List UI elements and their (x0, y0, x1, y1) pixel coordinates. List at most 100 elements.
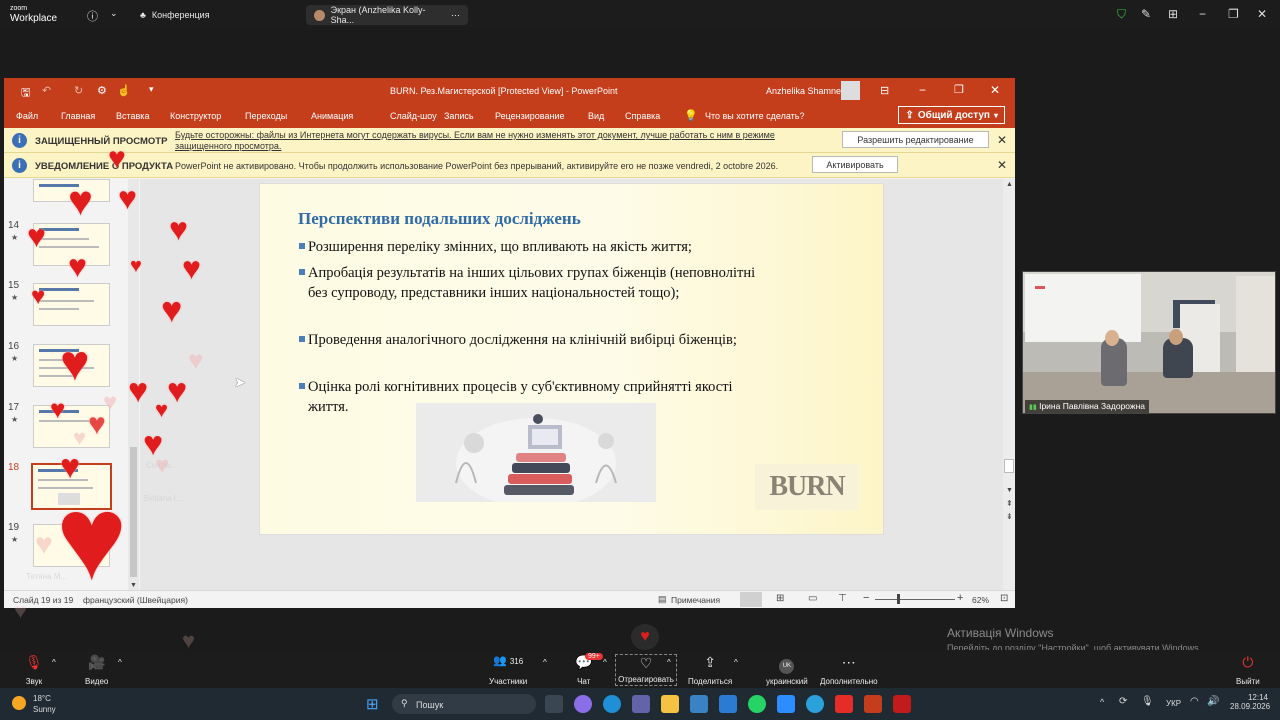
tray-chevron-icon[interactable]: ^ (1100, 697, 1104, 707)
zoom-out-icon[interactable]: − (863, 592, 869, 604)
video-options-chevron-icon[interactable]: ^ (118, 658, 122, 667)
ribbon-display-icon[interactable]: ⊟ (880, 84, 889, 97)
participants-chevron-icon[interactable]: ^ (543, 658, 547, 667)
tab-home[interactable]: Главная (61, 111, 95, 121)
acrobat-icon[interactable] (893, 695, 911, 713)
mic-icon[interactable]: 🎙 (1141, 696, 1154, 707)
slide-sorter-icon[interactable]: ⊞ (776, 593, 784, 604)
close-icon[interactable]: ✕ (997, 158, 1007, 172)
participants-button[interactable]: 👥 316 Участники (489, 654, 527, 686)
heart-reaction-button[interactable]: ♥ (631, 624, 659, 650)
zoom-in-icon[interactable]: + (957, 592, 963, 604)
tab-conference[interactable]: ♣ Конференция (132, 5, 218, 25)
close-icon[interactable]: ✕ (997, 133, 1007, 147)
weather-icon[interactable] (12, 696, 26, 710)
edge-icon[interactable] (603, 695, 621, 713)
file-explorer-icon[interactable] (661, 695, 679, 713)
redo-icon[interactable]: ↻ (74, 84, 83, 97)
tab-insert[interactable]: Вставка (116, 111, 149, 121)
input-language[interactable]: УКР (1166, 699, 1181, 708)
close-icon[interactable]: ✕ (990, 83, 1000, 97)
search-box[interactable]: ⚲ Пошук (392, 694, 536, 714)
copilot-icon[interactable] (574, 695, 592, 713)
normal-view-button[interactable] (740, 592, 762, 607)
tab-help[interactable]: Справка (625, 111, 660, 121)
tab-file[interactable]: Файл (16, 111, 38, 121)
chevron-down-icon[interactable]: ⌄ (110, 8, 118, 19)
youtube-icon[interactable] (835, 695, 853, 713)
notes-button[interactable]: Примечания (671, 595, 720, 605)
user-name[interactable]: Anzhelika Shamne (766, 86, 841, 96)
zoom-level[interactable]: 62% (972, 595, 989, 605)
close-icon[interactable]: ✕ (1257, 7, 1267, 21)
customize-icon[interactable]: ⚙ (97, 84, 107, 97)
leave-button[interactable]: ⏻ Выйти (1236, 654, 1260, 686)
restore-icon[interactable]: ❐ (954, 83, 964, 96)
zoom-slider-thumb[interactable] (897, 594, 900, 604)
audio-button[interactable]: 🎙 Звук (25, 654, 43, 686)
chat-chevron-icon[interactable]: ^ (603, 658, 607, 667)
tab-animations[interactable]: Анимация (311, 111, 353, 121)
maximize-icon[interactable]: ❐ (1228, 7, 1239, 21)
tell-me-search[interactable]: Что вы хотите сделать? (705, 111, 805, 121)
fit-slide-icon[interactable]: ⊡ (1000, 593, 1008, 604)
tab-record[interactable]: Запись (444, 111, 474, 121)
scrollbar-thumb[interactable] (1004, 459, 1014, 473)
sync-icon[interactable]: ⟳ (1119, 696, 1127, 707)
clock[interactable]: 12:14 28.09.2026 (1230, 693, 1270, 711)
minimize-icon[interactable]: − (919, 83, 926, 97)
tab-slideshow[interactable]: Слайд-шоу (390, 111, 437, 121)
grid-icon[interactable]: ⊞ (1168, 7, 1178, 21)
save-icon[interactable]: 🖫 (21, 84, 30, 103)
share-chevron-icon[interactable]: ^ (734, 658, 738, 667)
zoom-app-icon[interactable] (777, 695, 795, 713)
scrollbar-thumb[interactable] (130, 447, 137, 577)
slideshow-icon[interactable]: ⊤ (838, 593, 847, 604)
whatsapp-icon[interactable] (748, 695, 766, 713)
minimize-icon[interactable]: − (1199, 7, 1206, 21)
volume-icon[interactable]: 🔊 (1207, 696, 1219, 707)
start-icon[interactable]: ⊞ (366, 695, 379, 713)
tab-review[interactable]: Рецензирование (495, 111, 565, 121)
enable-editing-button[interactable]: Разрешить редактирование (842, 131, 989, 148)
info-icon[interactable]: ⓘ (87, 8, 98, 24)
previous-slide-icon[interactable]: ⇞ (1006, 499, 1013, 508)
slide-scrollbar[interactable]: ▲ ▼ ⇞ ⇟ (1003, 179, 1015, 591)
activate-button[interactable]: Активировать (812, 156, 898, 173)
video-button[interactable]: 🎥 Видео (85, 654, 108, 686)
touch-mode-icon[interactable]: ☝ (117, 84, 131, 97)
store-icon[interactable] (690, 695, 708, 713)
pen-icon[interactable]: ✎ (1141, 7, 1151, 21)
reading-view-icon[interactable]: ▭ (808, 593, 817, 604)
language-button[interactable]: UK украинский (766, 654, 808, 686)
react-chevron-icon[interactable]: ^ (667, 658, 671, 667)
share-screen-button[interactable]: ⇪ Поделиться (688, 654, 732, 686)
share-button[interactable]: ⇪ Общий доступ ▾ (898, 106, 1005, 124)
zoom-slider[interactable] (875, 599, 955, 600)
scroll-down-icon[interactable]: ▼ (130, 582, 137, 589)
mail-icon[interactable] (719, 695, 737, 713)
teams-icon[interactable] (632, 695, 650, 713)
tab-design[interactable]: Конструктор (170, 111, 221, 121)
wifi-icon[interactable]: ◠ (1190, 696, 1199, 707)
powerpoint-icon[interactable] (864, 695, 882, 713)
participant-video-tile[interactable]: ▮▮ Ірина Павлівна Задорожна (1022, 271, 1276, 414)
protected-view-bar: i ЗАЩИЩЕННЫЙ ПРОСМОТР Будьте осторожны: … (4, 128, 1015, 153)
protected-view-message-2[interactable]: защищенного просмотра. (175, 141, 281, 151)
more-button[interactable]: ⋯ Дополнительно (820, 654, 878, 686)
qat-chevron-icon[interactable]: ▾ (149, 84, 154, 95)
avatar[interactable] (841, 81, 860, 100)
telegram-icon[interactable] (806, 695, 824, 713)
audio-options-chevron-icon[interactable]: ^ (52, 658, 56, 667)
current-slide[interactable]: Перспективи подальших досліджень Розшире… (259, 183, 884, 535)
more-icon[interactable]: ⋯ (451, 10, 460, 21)
tab-transitions[interactable]: Переходы (245, 111, 287, 121)
undo-icon[interactable]: ↶ (42, 84, 51, 97)
protected-view-message[interactable]: Будьте осторожны: файлы из Интернета мог… (175, 130, 775, 140)
tab-screen-share[interactable]: Экран (Anzhelika Kolly-Sha... ⋯ (306, 5, 468, 25)
task-view-icon[interactable] (545, 695, 563, 713)
scroll-up-icon[interactable]: ▲ (1006, 181, 1013, 188)
scroll-down-icon[interactable]: ▼ (1006, 487, 1013, 494)
tab-view[interactable]: Вид (588, 111, 604, 121)
next-slide-icon[interactable]: ⇟ (1006, 512, 1013, 521)
